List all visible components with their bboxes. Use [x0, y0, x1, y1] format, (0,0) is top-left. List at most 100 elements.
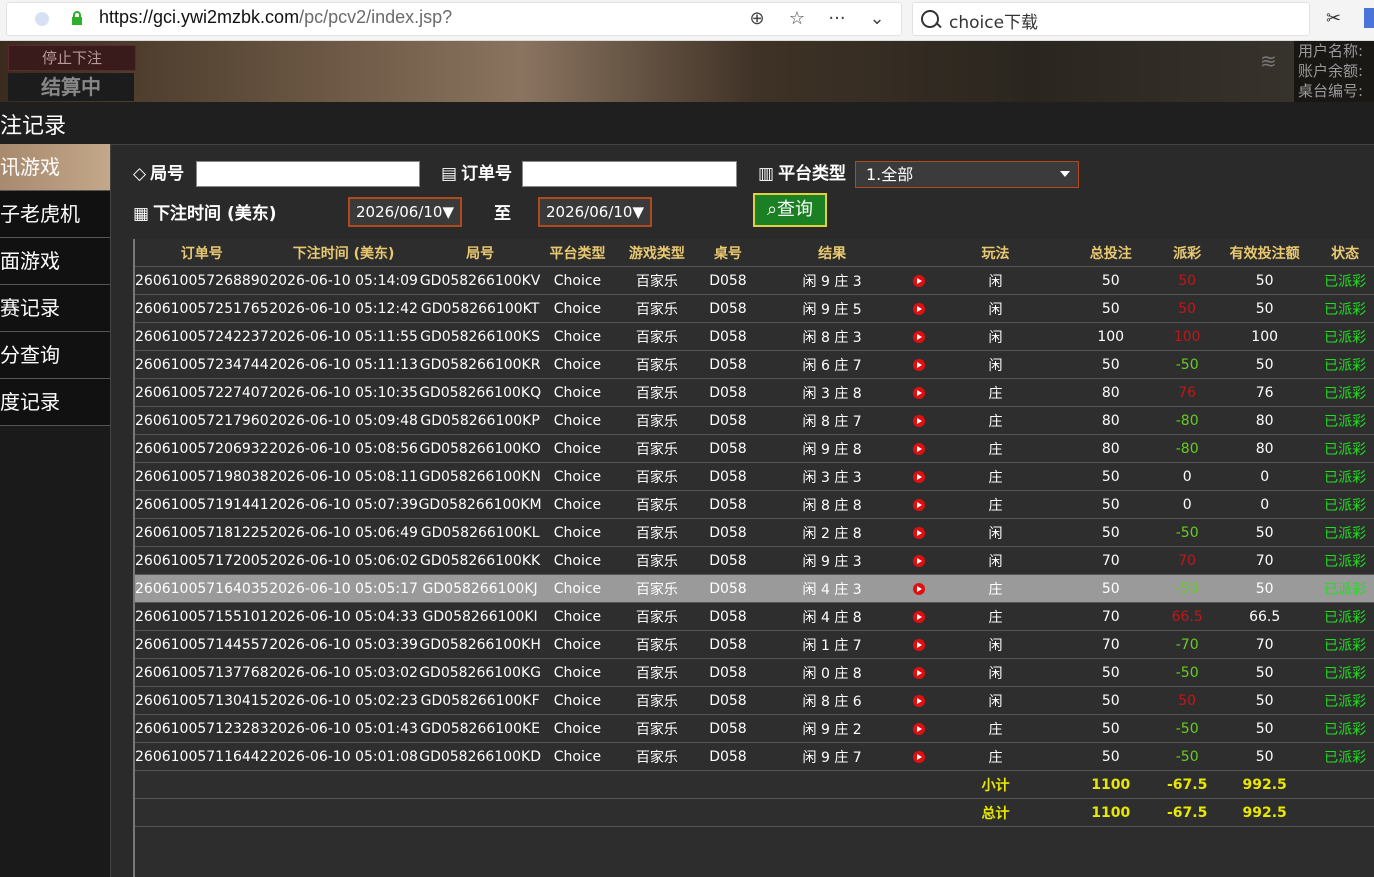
stop-betting-button[interactable]: 停止下注: [8, 45, 136, 71]
table-row[interactable]: 260610057198038 2026-06-10 05:08:11 GD0582…: [135, 462, 1374, 491]
play-video-icon[interactable]: [912, 274, 925, 287]
url-text[interactable]: https://gci.ywi2mzbk.com/pc/pcv2/index.j…: [99, 7, 452, 28]
play-video-icon[interactable]: [912, 722, 925, 735]
cell-order: 260610057191441: [135, 490, 269, 519]
table-row[interactable]: 260610057242237 2026-06-10 05:11:55 GD0582…: [135, 322, 1374, 351]
cell-play: 庄: [928, 462, 1063, 491]
play-video-icon[interactable]: [912, 442, 925, 455]
sidebar-item-quota-records[interactable]: 度记录: [0, 379, 110, 426]
table-row[interactable]: 260610057130415 2026-06-10 05:02:23 GD0582…: [135, 686, 1374, 715]
sidebar-item-slots[interactable]: 子老虎机: [0, 191, 110, 238]
cell-result: 闲 1 庄 7: [755, 630, 909, 659]
platform-select[interactable]: 1.全部: [855, 161, 1079, 188]
sum-bet: 1100: [1062, 770, 1160, 799]
cell-valid: 50: [1215, 350, 1315, 379]
play-video-icon[interactable]: [912, 554, 925, 567]
table-row[interactable]: 260610057181225 2026-06-10 05:06:49 GD0582…: [135, 518, 1374, 547]
cell-table: D058: [700, 378, 756, 407]
date-to-picker[interactable]: 2026/06/10▼: [538, 197, 652, 227]
play-video-icon[interactable]: [912, 358, 925, 371]
play-video-icon[interactable]: [912, 666, 925, 679]
cell-order: 260610057144557: [135, 630, 269, 659]
table-row[interactable]: 260610057251765 2026-06-10 05:12:42 GD0582…: [135, 294, 1374, 323]
table-row[interactable]: 260610057217960 2026-06-10 05:09:48 GD0582…: [135, 406, 1374, 435]
search-text[interactable]: choice下载: [949, 8, 1038, 33]
replay-cell: [908, 686, 929, 715]
cell-bet: 50: [1062, 462, 1160, 491]
table-row[interactable]: 260610057123283 2026-06-10 05:01:43 GD0582…: [135, 714, 1374, 743]
play-video-icon[interactable]: [912, 610, 925, 623]
replay-cell: [908, 406, 929, 435]
play-video-icon[interactable]: [912, 302, 925, 315]
cell-status: 已派彩: [1314, 378, 1374, 407]
replay-cell: [908, 630, 929, 659]
cell-platform: Choice: [541, 714, 614, 743]
play-video-icon[interactable]: [912, 414, 925, 427]
round-input[interactable]: [196, 161, 420, 187]
star-icon[interactable]: ☆: [787, 9, 807, 29]
replay-cell: [908, 434, 929, 463]
play-video-icon[interactable]: [912, 386, 925, 399]
cell-game: 百家乐: [613, 294, 701, 323]
cell-order: 260610057227407: [135, 378, 269, 407]
cell-table: D058: [700, 742, 756, 771]
table-row[interactable]: 260610057172005 2026-06-10 05:06:02 GD0582…: [135, 546, 1374, 575]
search-box[interactable]: choice下载: [912, 2, 1310, 36]
sidebar-item-match-records[interactable]: 赛记录: [0, 285, 110, 332]
table-row[interactable]: 260610057116442 2026-06-10 05:01:08 GD0582…: [135, 742, 1374, 771]
more-icon[interactable]: ···: [827, 9, 847, 29]
play-video-icon[interactable]: [912, 470, 925, 483]
cell-round: GD058266100KD: [418, 742, 542, 771]
site-info-icon[interactable]: [35, 12, 49, 26]
cell-bet: 50: [1062, 574, 1160, 603]
table-row[interactable]: 260610057234744 2026-06-10 05:11:13 GD0582…: [135, 350, 1374, 379]
sidebar-item-live-games[interactable]: 讯游戏: [0, 144, 110, 191]
cell-play: 闲: [928, 294, 1063, 323]
table-header-row: 订单号 下注时间 (美东) 局号 平台类型 游戏类型 桌号 结果 玩法 总投注 派彩 有效投注额 状态: [135, 239, 1374, 267]
play-video-icon[interactable]: [912, 330, 925, 343]
table-row[interactable]: 260610057164035 2026-06-10 05:05:17 GD0582…: [135, 574, 1374, 603]
query-button[interactable]: ⌕查询: [753, 193, 827, 227]
download-icon[interactable]: ⊕: [747, 9, 767, 29]
scissors-icon[interactable]: ✂: [1326, 8, 1341, 29]
table-row[interactable]: 260610057144557 2026-06-10 05:03:39 GD0582…: [135, 630, 1374, 659]
cell-game: 百家乐: [613, 574, 701, 603]
sum-payout: -67.5: [1159, 798, 1216, 827]
play-video-icon[interactable]: [912, 694, 925, 707]
table-row[interactable]: 260610057137768 2026-06-10 05:03:02 GD0582…: [135, 658, 1374, 687]
cell-result: 闲 6 庄 7: [755, 350, 909, 379]
replay-cell: [908, 714, 929, 743]
play-video-icon[interactable]: [912, 582, 925, 595]
table-row[interactable]: 260610057191441 2026-06-10 05:07:39 GD0582…: [135, 490, 1374, 519]
cell-round: GD058266100KM: [418, 490, 542, 519]
cell-valid: 50: [1215, 658, 1315, 687]
cell-table: D058: [700, 350, 756, 379]
table-row[interactable]: 260610057268890 2026-06-10 05:14:09 GD0582…: [135, 266, 1374, 295]
address-bar[interactable]: https://gci.ywi2mzbk.com/pc/pcv2/index.j…: [6, 2, 902, 36]
date-from-picker[interactable]: 2026/06/10▼: [348, 197, 462, 227]
order-input[interactable]: [522, 161, 737, 187]
cell-status: 已派彩: [1314, 518, 1374, 547]
sum-spacer: [1314, 770, 1374, 799]
play-video-icon[interactable]: [912, 638, 925, 651]
cell-order: 260610057251765: [135, 294, 269, 323]
table-row[interactable]: 260610057155101 2026-06-10 05:04:33 GD0582…: [135, 602, 1374, 631]
extension-icon[interactable]: [1364, 8, 1374, 28]
browser-toolbar: https://gci.ywi2mzbk.com/pc/pcv2/index.j…: [0, 0, 1374, 41]
replay-cell: [908, 350, 929, 379]
cell-game: 百家乐: [613, 434, 701, 463]
table-row[interactable]: 260610057206932 2026-06-10 05:08:56 GD0582…: [135, 434, 1374, 463]
cell-round: GD058266100KN: [418, 462, 542, 491]
cell-time: 2026-06-10 05:03:02: [268, 658, 419, 687]
chevron-down-icon[interactable]: ⌄: [867, 9, 887, 29]
sidebar-item-points-query[interactable]: 分查询: [0, 332, 110, 379]
play-video-icon[interactable]: [912, 498, 925, 511]
play-video-icon[interactable]: [912, 526, 925, 539]
cell-game: 百家乐: [613, 546, 701, 575]
cell-round: GD058266100KS: [418, 322, 542, 351]
table-row[interactable]: 260610057227407 2026-06-10 05:10:35 GD0582…: [135, 378, 1374, 407]
sidebar-item-table-games[interactable]: 面游戏: [0, 238, 110, 285]
cell-order: 260610057164035: [135, 574, 269, 603]
play-video-icon[interactable]: [912, 750, 925, 763]
cell-result: 闲 8 庄 3: [755, 322, 909, 351]
